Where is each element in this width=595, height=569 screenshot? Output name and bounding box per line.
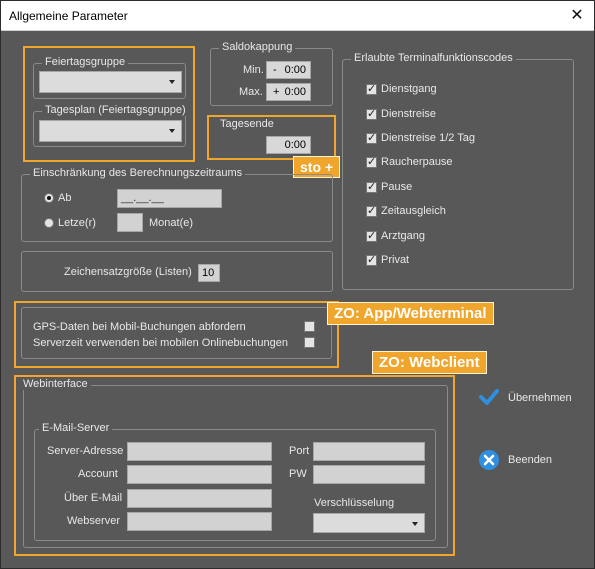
server-adresse-label: Server-Adresse (47, 445, 124, 457)
einschraenkung-legend: Einschränkung des Berechnungszeitraums (30, 167, 246, 179)
gps-label: GPS-Daten bei Mobil-Buchungen abfordern (33, 321, 246, 333)
account-input[interactable] (127, 465, 272, 484)
ab-label: Ab (58, 192, 72, 204)
chevron-down-icon (169, 80, 175, 84)
beenden-button[interactable]: Beenden (477, 448, 577, 472)
zeitausgleich-label: Zeitausgleich (381, 205, 446, 217)
chevron-down-icon (412, 522, 418, 526)
uebernehmen-label: Übernehmen (508, 392, 572, 404)
max-input[interactable]: + 0:00 (266, 83, 311, 101)
feiertagsgruppe-select[interactable] (39, 71, 182, 93)
zeichensatz-label: Zeichensatzgröße (Listen) (64, 266, 192, 278)
dienstreise-label: Dienstreise (381, 108, 437, 120)
pw-input[interactable] (313, 465, 425, 484)
cancel-icon (479, 450, 499, 470)
max-label: Max. (239, 86, 263, 98)
webinterface-legend: Webinterface (20, 378, 91, 390)
tagesplan-label: Tagesplan (Feiertagsgruppe) (42, 104, 189, 116)
port-input[interactable] (313, 442, 425, 461)
ueber-email-input[interactable] (127, 489, 272, 508)
saldokappung-legend: Saldokappung (219, 41, 296, 53)
tagesende-input[interactable]: 0:00 (266, 136, 311, 154)
beenden-label: Beenden (508, 454, 553, 466)
min-input[interactable]: - 0:00 (266, 61, 311, 79)
zeichensatz-input[interactable]: 10 (198, 264, 220, 282)
dienstgang-checkbox[interactable] (366, 82, 377, 95)
gps-checkbox[interactable] (304, 321, 315, 332)
webclient-tag: ZO: Webclient (372, 351, 487, 374)
raucherpause-label: Raucherpause (381, 156, 453, 168)
tagesplan-select[interactable] (39, 120, 182, 142)
feiertagsgruppe-label: Feiertagsgruppe (42, 56, 129, 68)
port-label: Port (289, 445, 310, 457)
dienstreise-halbtag-checkbox[interactable] (366, 131, 377, 144)
raucherpause-checkbox[interactable] (366, 155, 377, 168)
gps-group (21, 307, 332, 359)
min-label: Min. (243, 64, 264, 76)
account-label: Account (78, 468, 118, 480)
letzte-radio[interactable] (44, 218, 54, 228)
server-adresse-input[interactable] (127, 442, 272, 461)
privat-checkbox[interactable] (366, 253, 377, 266)
close-icon[interactable]: ✕ (560, 1, 594, 30)
einschraenkung-group: Einschränkung des Berechnungszeitraums (21, 167, 333, 242)
window-title: Allgemeine Parameter (9, 9, 128, 23)
title-bar: Allgemeine Parameter ✕ (1, 1, 594, 31)
privat-label: Privat (381, 254, 410, 266)
pause-label: Pause (381, 181, 413, 193)
app-webterminal-tag: ZO: App/Webterminal (327, 302, 494, 325)
webserver-input[interactable] (127, 512, 272, 531)
checkmark-icon (479, 389, 499, 405)
monate-input[interactable] (117, 213, 143, 232)
terminal-codes-legend: Erlaubte Terminalfunktionscodes (351, 52, 516, 64)
pause-checkbox[interactable] (366, 180, 377, 193)
zeitausgleich-checkbox[interactable] (366, 204, 377, 217)
webserver-label: Webserver (67, 515, 120, 527)
serverzeit-label: Serverzeit verwenden bei mobilen Onlineb… (33, 337, 288, 349)
verschluesselung-label: Verschlüsselung (314, 497, 395, 509)
dienstreise-halbtag-label: Dienstreise 1/2 Tag (381, 132, 475, 144)
verschluesselung-select[interactable] (313, 513, 425, 533)
ueber-email-label: Über E-Mail (64, 492, 123, 504)
pw-label: PW (289, 468, 307, 480)
ab-radio[interactable] (44, 193, 54, 203)
ab-date-input[interactable]: __.__.__ (117, 189, 222, 208)
monat-label: Monat(e) (149, 217, 194, 229)
email-server-legend: E-Mail-Server (39, 422, 113, 434)
dialog-window: Allgemeine Parameter ✕ Feiertagsgruppe T… (0, 0, 595, 569)
serverzeit-checkbox[interactable] (304, 337, 315, 348)
arztgang-checkbox[interactable] (366, 229, 377, 242)
uebernehmen-button[interactable]: Übernehmen (479, 386, 579, 410)
dienstreise-checkbox[interactable] (366, 107, 377, 120)
dienstgang-label: Dienstgang (381, 83, 437, 95)
letzte-label: Letze(r) (58, 217, 96, 229)
chevron-down-icon (169, 129, 175, 133)
arztgang-label: Arztgang (381, 230, 426, 242)
tagesende-legend: Tagesende (220, 118, 274, 130)
